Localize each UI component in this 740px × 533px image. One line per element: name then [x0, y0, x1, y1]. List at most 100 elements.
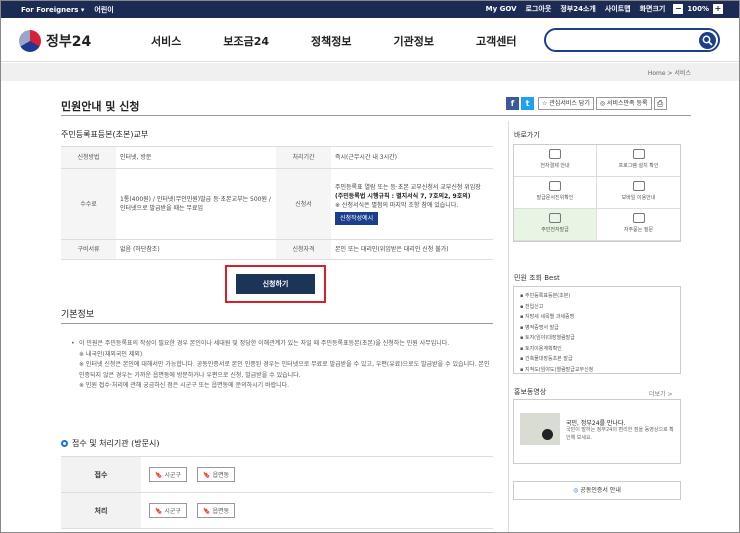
list-item[interactable]: ▪ 지적도(임야도)열람발급교부신청: [520, 365, 674, 376]
twitter-share-icon[interactable]: t: [521, 97, 534, 110]
table-header: 수수료: [61, 168, 116, 240]
list-item[interactable]: ▪ 토지이용계획확인: [520, 344, 674, 355]
section-divider: [61, 323, 493, 324]
zoom-in-button[interactable]: +: [713, 4, 723, 14]
agency-tag[interactable]: 🔖 시군구: [149, 503, 187, 518]
list-item-label: 주민등록표등본(초본): [524, 293, 571, 299]
list-item[interactable]: ▪ 지방세 세목별 과세증명: [520, 312, 674, 323]
logo-text: 정부24: [46, 34, 92, 50]
nav-subsidy24[interactable]: 보조금24: [223, 33, 269, 49]
promo-video: 국민, 정부24를 만나다. 국민이 말하는 정부24의 편리한 점을 동영상으…: [513, 399, 681, 464]
video-more-link[interactable]: 더보기 >: [649, 389, 673, 398]
list-item-label: 지적도(임야도)열람발급교부신청: [524, 366, 594, 373]
table-cell: 인터넷, 방문: [116, 146, 276, 169]
quick-link-label: 자주묻는 질문: [623, 227, 654, 233]
nav-services[interactable]: 서비스: [151, 33, 181, 49]
breadcrumb: Home > 서비스: [1, 63, 739, 81]
service-name: 주민등록표등본(초본)교부: [61, 130, 149, 139]
reception-title: 접수 및 처리기관 (방문시): [61, 438, 159, 449]
kiosk-icon: [549, 213, 561, 223]
title-divider: [61, 115, 691, 116]
nav-policy-info[interactable]: 정책정보: [311, 33, 351, 49]
table-header: 구비서류: [61, 239, 116, 260]
sidebar-divider: [508, 121, 509, 532]
video-thumbnail[interactable]: [520, 413, 560, 445]
list-item[interactable]: ▪ 토지(임야)대장열람발급: [520, 333, 674, 344]
table-cell: 주민등록표 열람 또는 등·초본 교부신청서 교부신청 위임장 (주민등록법 시…: [331, 168, 493, 240]
zoom-value: 100%: [687, 5, 709, 13]
radio-dot-icon: [61, 440, 68, 447]
cert-circle-icon: ◎: [573, 487, 579, 494]
main-nav: 서비스 보조금24 정책정보 기관정보 고객센터: [151, 33, 559, 49]
quick-link-program-check[interactable]: 프로그램 설치 확인: [597, 145, 680, 177]
list-item[interactable]: ▪ 주민등록표등본(초본): [520, 291, 674, 302]
quick-link-resident-issue[interactable]: 주민전자발급: [514, 209, 597, 241]
list-item-label: 전입신고: [524, 303, 544, 310]
top-utility-bar: For Foreigners ▾ 어린이 My GOV 로그아웃 정부24소개 …: [1, 1, 739, 18]
agency-tag[interactable]: 🔖 시군구: [149, 467, 187, 482]
about-link[interactable]: 정부24소개: [560, 4, 596, 14]
nav-customer-center[interactable]: 고객센터: [476, 33, 516, 49]
form-note: ※ 신청서식은 별첨의 마지막 조항 참에 있습니다.: [335, 202, 459, 209]
video-description: 국민이 말하는 정부24의 편리한 점을 동영상으로 확인해 보세요.: [566, 427, 674, 441]
quick-link-mobile[interactable]: 모바일 이용안내: [597, 177, 680, 209]
cert-guide-button[interactable]: ◎ 공동인증서 안내: [513, 481, 681, 500]
list-item-label: 지방세 세목별 과세증명: [524, 314, 575, 320]
breadcrumb-path[interactable]: Home > 서비스: [648, 68, 691, 77]
for-foreigners-link[interactable]: For Foreigners ▾: [21, 6, 84, 14]
nav-agency-info[interactable]: 기관정보: [394, 33, 434, 49]
table-cell: 없음 (하단참조): [116, 239, 276, 260]
print-icon[interactable]: ⎙: [653, 97, 667, 110]
quick-link-payment[interactable]: 전자결제 안내: [514, 145, 597, 177]
video-title: 홍보동영상: [514, 388, 547, 396]
taegeuk-logo-icon: [19, 30, 41, 52]
sitemap-link[interactable]: 사이트맵: [605, 4, 631, 14]
form-name: 주민등록표 열람 또는 등·초본 교부신청서 교부신청 위임장: [335, 184, 481, 191]
agency-tag[interactable]: 🔖 읍면동: [197, 503, 236, 518]
quick-link-doc-verify[interactable]: 발급문서진위확인: [514, 177, 597, 209]
search-button[interactable]: [699, 32, 716, 49]
apply-highlight: 신청하기: [225, 265, 326, 303]
mygov-link[interactable]: My GOV: [486, 5, 517, 13]
basic-info-line: ※ 민원 접수·처리에 관해 궁금하신 점은 시군구 또는 읍면동에 문의하시기…: [79, 382, 290, 389]
table-row: 접수 🔖 시군구 🔖 읍면동: [61, 456, 493, 493]
apply-button[interactable]: 신청하기: [236, 274, 315, 294]
quick-link-label: 발급문서진위확인: [536, 195, 574, 201]
quick-links-grid: 전자결제 안내 프로그램 설치 확인 발급문서진위확인 모바일 이용안내 주민전…: [513, 144, 681, 242]
zoom-out-button[interactable]: −: [673, 4, 684, 14]
play-icon[interactable]: [542, 429, 553, 440]
list-item[interactable]: ▪ 건축물대장등초본 발급: [520, 354, 674, 365]
satisfaction-button[interactable]: ◎ 서비스만족 등록: [595, 97, 652, 110]
mobile-icon: [632, 181, 645, 191]
cert-guide-label: 공동인증서 안내: [580, 487, 621, 494]
reception-table: 접수 🔖 시군구 🔖 읍면동 처리 🔖 시군구 🔖 읍면동: [61, 456, 493, 529]
table-header: 처리: [61, 492, 141, 529]
reception-title-text: 접수 및 처리기관 (방문시): [72, 439, 160, 448]
best-list: ▪ 주민등록표등본(초본) ▪ 전입신고 ▪ 지방세 세목별 과세증명 ▪ 병적…: [513, 286, 681, 374]
form-example-button[interactable]: 신청작성예시: [335, 212, 379, 225]
search-input[interactable]: [544, 28, 720, 52]
add-interest-button[interactable]: ☆ 관심서비스 담기: [538, 97, 594, 110]
list-item-label: 병적증명서 발급: [524, 324, 559, 331]
table-row: 구비서류 없음 (하단참조) 신청자격 본인 또는 대리인(위임받은 대리인 신…: [61, 239, 493, 260]
site-logo[interactable]: 정부24: [19, 30, 91, 52]
document-icon: [549, 181, 561, 191]
quick-link-faq[interactable]: 자주묻는 질문: [597, 209, 680, 241]
table-header: 처리기간: [276, 146, 331, 169]
agency-tag[interactable]: 🔖 읍면동: [197, 467, 236, 482]
basic-info-line: ※ 인터넷 신청은 본인에 대해서만 가능합니다. 공동인증서로 본인 인증된 …: [79, 361, 490, 379]
quick-link-label: 전자결제 안내: [540, 163, 570, 169]
table-cell: 즉시(근무시간 내 3시간): [331, 146, 493, 169]
facebook-share-icon[interactable]: f: [506, 97, 519, 110]
list-item-label: 건축물대장등초본 발급: [524, 356, 573, 362]
basic-info-text: • 이 민원은 주민등록표의 작성이 필요한 경우 본인이나 세대원 및 정당한…: [71, 339, 491, 392]
kids-link[interactable]: 어린이: [94, 5, 113, 15]
agency-tag-label: 읍면동: [212, 508, 230, 515]
table-cell: 🔖 시군구 🔖 읍면동: [141, 492, 493, 529]
list-item[interactable]: ▪ 전입신고: [520, 302, 674, 313]
zoom-control: − 100% +: [673, 4, 723, 14]
list-item[interactable]: ▪ 병적증명서 발급: [520, 323, 674, 334]
form-law-reference: (주민등록법 시행규칙 : 별지서식 7, 7호의2, 9호의): [335, 193, 471, 200]
bullet-icon: •: [71, 340, 75, 347]
logout-link[interactable]: 로그아웃: [526, 4, 552, 14]
